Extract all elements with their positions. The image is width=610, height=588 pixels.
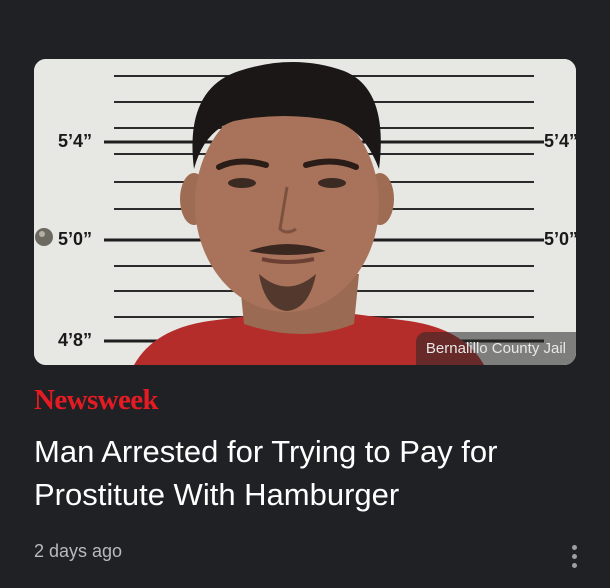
height-mark-left-top: 5’4” xyxy=(58,131,93,151)
image-credit: Bernalillo County Jail xyxy=(415,332,576,365)
published-time: 2 days ago xyxy=(34,541,123,561)
dot xyxy=(571,544,577,550)
height-mark-right-top: 5’4” xyxy=(544,131,576,151)
height-mark-left-mid: 5’0” xyxy=(58,229,93,249)
news-card[interactable]: 5’4” 5’4” 5’0” 5’0” 4’8” Bernalillo Coun… xyxy=(0,0,610,588)
height-mark-left-bottom: 4’8” xyxy=(58,330,93,350)
more-vert-icon[interactable] xyxy=(559,536,589,576)
article-headline[interactable]: Man Arrested for Trying to Pay for Prost… xyxy=(34,430,584,516)
height-mark-right-mid: 5’0” xyxy=(544,229,576,249)
source-name[interactable]: Newsweek xyxy=(34,384,159,417)
dot xyxy=(571,562,577,568)
article-thumbnail[interactable]: 5’4” 5’4” 5’0” 5’0” 4’8” Bernalillo Coun… xyxy=(34,59,576,365)
dot xyxy=(571,553,577,559)
mugshot-image xyxy=(34,59,576,365)
